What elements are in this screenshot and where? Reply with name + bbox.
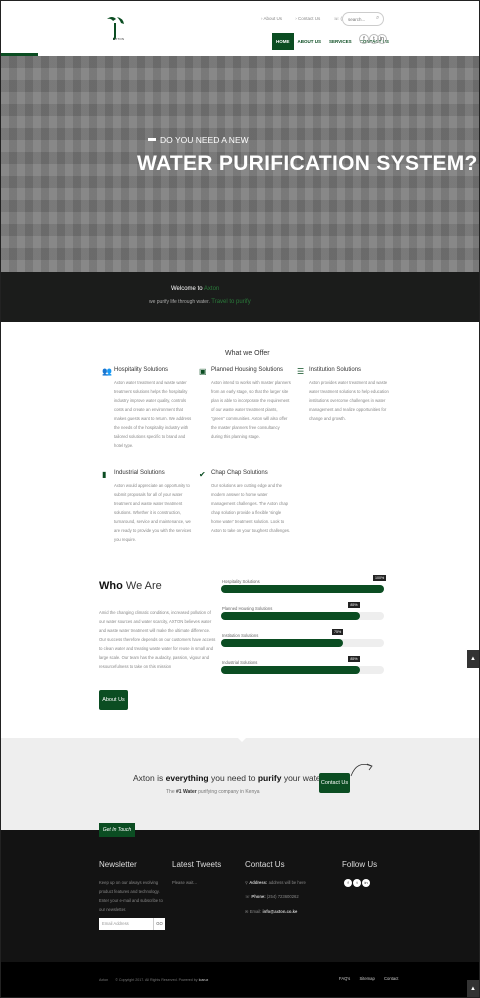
site-header: AXTON › About Us › Contact Us ☏ (254) 72… [1,1,479,56]
skill-track [221,666,384,674]
welcome-strip: Welcome to Axton we purify life through … [1,272,479,322]
skill-label: Industrial Solutions [222,660,258,665]
top-link-about[interactable]: › About Us [261,16,288,21]
film-icon: ▣ [199,367,207,376]
newsletter-text: Keep up on our always evolving product f… [99,880,163,912]
skill-label: Planned Housing Solutions [222,606,273,611]
cta-notch [237,737,247,742]
skill-percent: 85% [348,602,360,608]
contact-us-button[interactable]: Contact Us [319,773,350,793]
get-in-touch-label: Get In Touch [99,823,135,837]
site-footer [1,830,479,962]
tweets-title: Latest Tweets [172,860,222,869]
skill-label: Hospitality Solutions [222,579,260,584]
document-icon: ▮ [102,470,107,479]
service-industrial: ▮ Industrial Solutions Axton would appre… [102,470,192,542]
footer-twitter-icon[interactable]: t [353,879,361,887]
service-institution: ☰ Institution Solutions Axton provides w… [297,367,389,421]
skill-label: Institution Solutions [222,633,259,638]
hero-title: WATER PURIFICATION SYSTEM? [137,152,478,175]
bottom-bar [1,962,479,997]
about-us-button[interactable]: About Us [99,690,128,710]
list-icon: ☰ [297,367,305,376]
nav-about-us[interactable]: ABOUT US [294,33,326,50]
skill-fill [221,585,384,593]
welcome-tagline: we purify life through water. Travel to … [149,299,251,305]
who-text: Amid the changing climatic conditions, i… [99,610,216,669]
footer-linkedin-icon[interactable]: in [362,879,370,887]
skill-percent: 75% [332,629,344,635]
contact-phone: ☏ Phone: (254) 723600262 [245,894,299,899]
skill-track [221,639,384,647]
linkedin-icon[interactable]: in [377,34,387,44]
hero-banner: DO YOU NEED A NEW WATER PURIFICATION SYS… [1,56,479,272]
newsletter-title: Newsletter [99,860,137,869]
footer-facebook-icon[interactable]: f [344,879,352,887]
contact-title: Contact Us [245,860,285,869]
service-planned-housing: ▣ Planned Housing Solutions Axton intend… [199,367,291,439]
welcome-heading: Welcome to Axton [171,286,220,292]
tweets-text: Please wait... [172,880,197,885]
skill-percent: 100% [373,575,387,581]
who-title: Who We Are [99,580,162,592]
offer-title: What we Offer [225,350,270,357]
users-icon: 👥 [102,367,112,376]
nav-services[interactable]: SERVICES [325,33,356,50]
cta-subline: The #1 Water purifying company in Kenya [166,789,260,795]
cta-section: Axton is everything you need to purify y… [1,737,479,830]
logo-text: AXTON [113,37,125,41]
skill-bar: Institution Solutions 75% [221,629,385,657]
skill-fill [221,639,344,647]
skill-track [221,612,384,620]
link-faqs[interactable]: FAQ's [339,976,350,981]
skill-bar: Planned Housing Solutions 85% [221,602,385,630]
link-sitemap[interactable]: Sitemap [359,976,374,981]
service-hospitality: 👥 Hospitality Solutions Axton water trea… [102,367,192,448]
newsletter-go-button[interactable]: GO [153,918,165,930]
service-chap-chap: ✔ Chap Chap Solutions Our solutions are … [199,470,291,533]
arrow-icon [350,763,373,777]
page: AXTON › About Us › Contact Us ☏ (254) 72… [0,0,480,998]
skill-fill [221,666,360,674]
follow-title: Follow Us [342,860,378,869]
bottom-links: FAQ's Sitemap Contact [339,976,406,981]
link-contact[interactable]: Contact [384,976,398,981]
skill-percent: 85% [348,656,360,662]
skill-bars: Hospitality Solutions 100% Planned Housing… [221,575,387,684]
skill-bar: Industrial Solutions 85% [221,656,385,684]
contact-address: ⚲ Address: address will be here [245,880,306,885]
contact-email: ✉ Email: info@axton.co.ke [245,909,298,914]
facebook-icon[interactable]: f [359,34,369,44]
hero-subtitle: DO YOU NEED A NEW [160,135,249,145]
check-icon: ✔ [199,470,206,479]
top-link-contact[interactable]: › Contact Us [295,16,326,21]
copyright-text: Axton © Copyright 2017. All Rights Reser… [99,978,209,982]
skill-track [221,585,384,593]
search-icon[interactable]: ⌕ [376,15,379,22]
nav-home[interactable]: HOME [272,33,294,50]
scroll-up-icon[interactable]: ▲ [467,650,479,668]
skill-fill [221,612,360,620]
cta-headline: Axton is everything you need to purify y… [133,773,324,783]
scroll-top-icon[interactable]: ▲ [467,980,479,997]
skill-bar: Hospitality Solutions 100% [221,575,387,603]
newsletter-email-input[interactable]: Email Address [99,918,154,930]
